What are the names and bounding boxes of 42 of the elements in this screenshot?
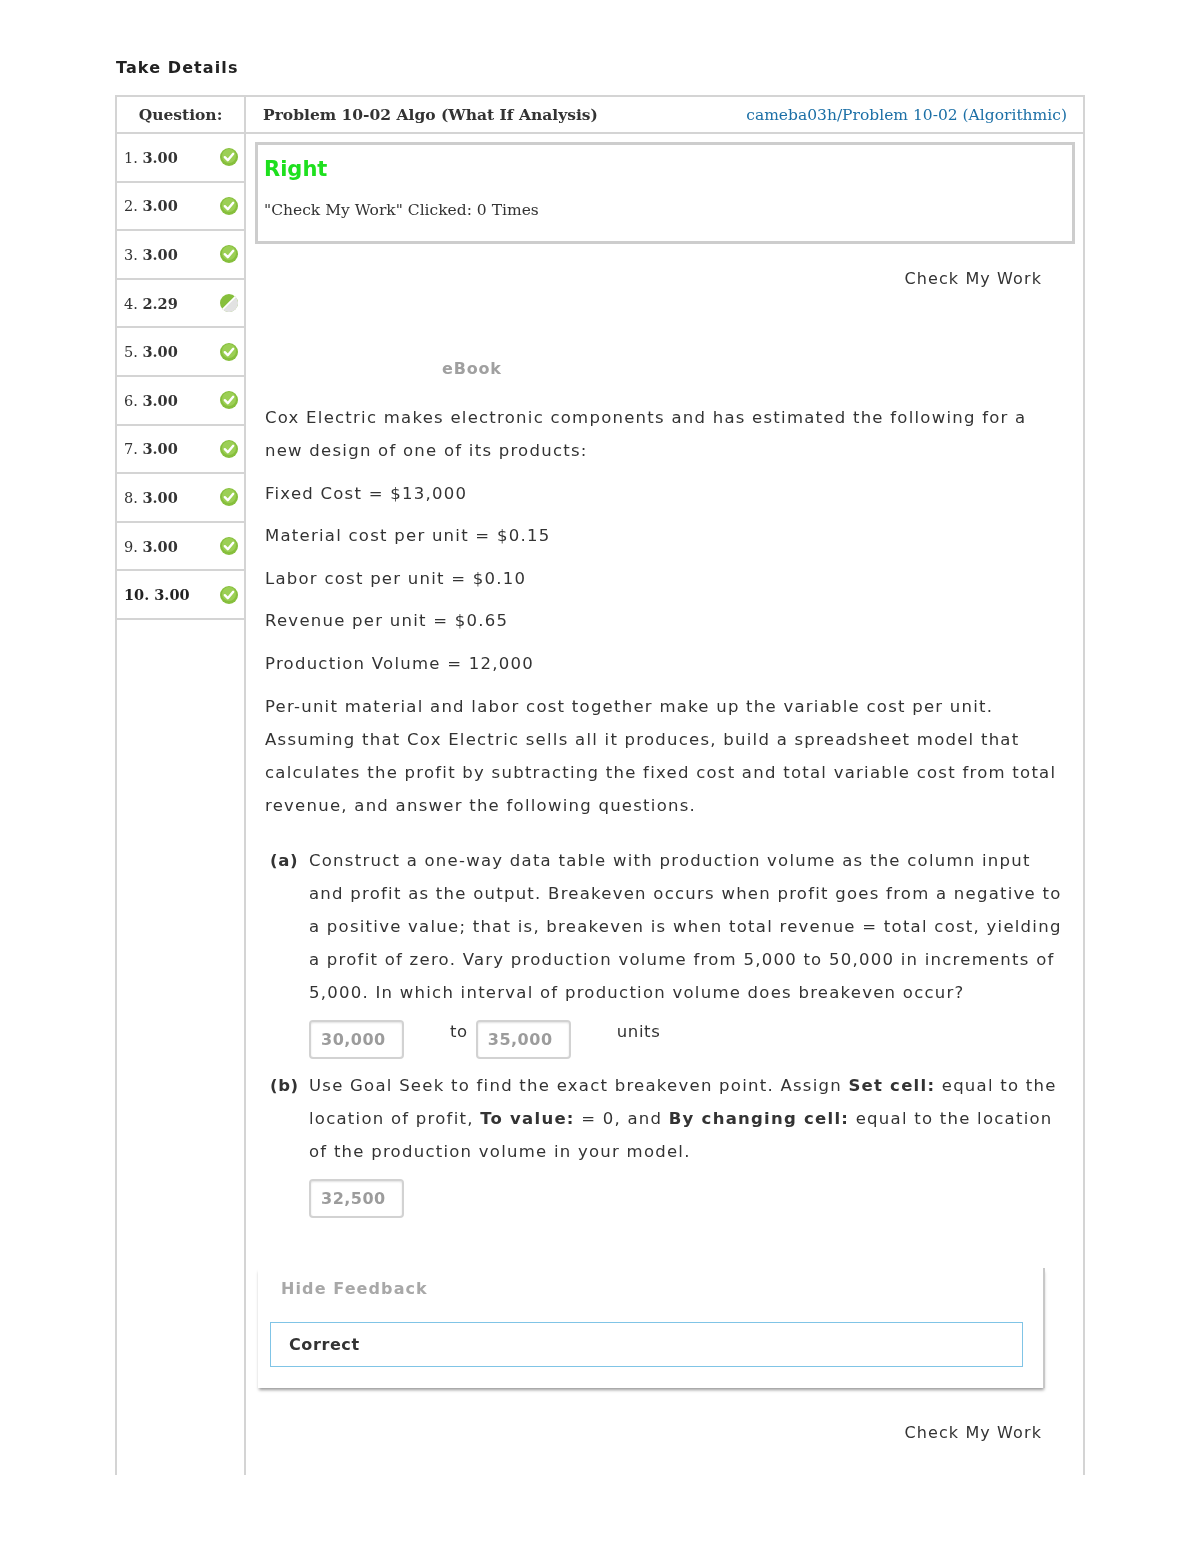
check-icon [220,245,238,264]
part-label: (a) [270,849,300,872]
problem-title: Problem 10-02 Algo (What If Analysis) [263,105,598,124]
unit-text: units [616,1021,661,1043]
check-icon [220,439,238,458]
given-value: Revenue per unit = $0.65 [265,610,509,632]
question-item[interactable]: 8. 3.00 [117,474,244,523]
part-label: (b) [270,1074,300,1097]
column-header: Question: [117,97,244,134]
question-item[interactable]: 10. 3.00 [117,571,244,620]
given-value: Fixed Cost = $13,000 [265,482,468,505]
click-count: "Check My Work" Clicked: 0 Times [264,200,539,221]
problem-link[interactable]: cameba03h/Problem 10-02 (Algorithmic) [746,105,1067,124]
unit-text: to [450,1021,468,1043]
page-title: Take Details [115,57,239,79]
intro-paragraph: Cox Electric makes electronic components and has estimated the following for a new design of one of its products: [265,407,1028,462]
check-icon [220,585,238,604]
half-filled-circle-icon [220,294,238,313]
check-icon [220,196,238,215]
feedback-message: Correct [270,1322,1023,1367]
instructions-paragraph: Per-unit material and labor cost together make up the variable cost per unit. Assuming that Cox Electric sells all it produces, build a spreadsheet model that calculates the profit by subtracting the fixed cost and total variable cost from total revenue, and answer the following questions. [265,695,1058,817]
question-item[interactable]: 2. 3.00 [117,182,244,232]
question-item[interactable]: 6. 3.00 [117,376,244,426]
check-icon [220,342,238,361]
given-value: Labor cost per unit = $0.10 [265,567,527,590]
check-icon [220,488,238,507]
question-item[interactable]: 1. 3.00 [117,134,244,183]
result-verdict: Right [264,156,328,182]
question-item[interactable]: 3. 3.00 [117,231,244,280]
question-text: Use Goal Seek to find the exact breakeven point. Assign Set cell: equal to the location of profit, To value: = 0, and By changing cell: equal to the location of the production volume in your model. [309,1074,1058,1163]
question-item[interactable]: 4. 2.29 [117,279,244,329]
question-item[interactable]: 9. 3.00 [117,522,244,572]
given-value: Material cost per unit = $0.15 [265,525,551,547]
check-icon [220,391,238,410]
question-text: Construct a one-way data table with production volume as the column input and profit as the output. Breakeven occurs when profit goes from a negative to a positive value; that is, breakeven is when total revenue = total cost, yielding a profit of zero. Vary production volume from 5,000 to 50,000 in increments of 5,000. In which interval of production volume does breakeven occur? [309,849,1063,1004]
check-icon [220,537,238,556]
check-icon [220,148,238,167]
question-item[interactable]: 5. 3.00 [117,328,244,377]
given-value: Production Volume = 12,000 [265,652,534,675]
question-item[interactable]: 7. 3.00 [117,425,244,475]
check-my-work-button[interactable]: Check My Work [904,1422,1042,1444]
check-my-work-button[interactable]: Check My Work [904,268,1042,290]
